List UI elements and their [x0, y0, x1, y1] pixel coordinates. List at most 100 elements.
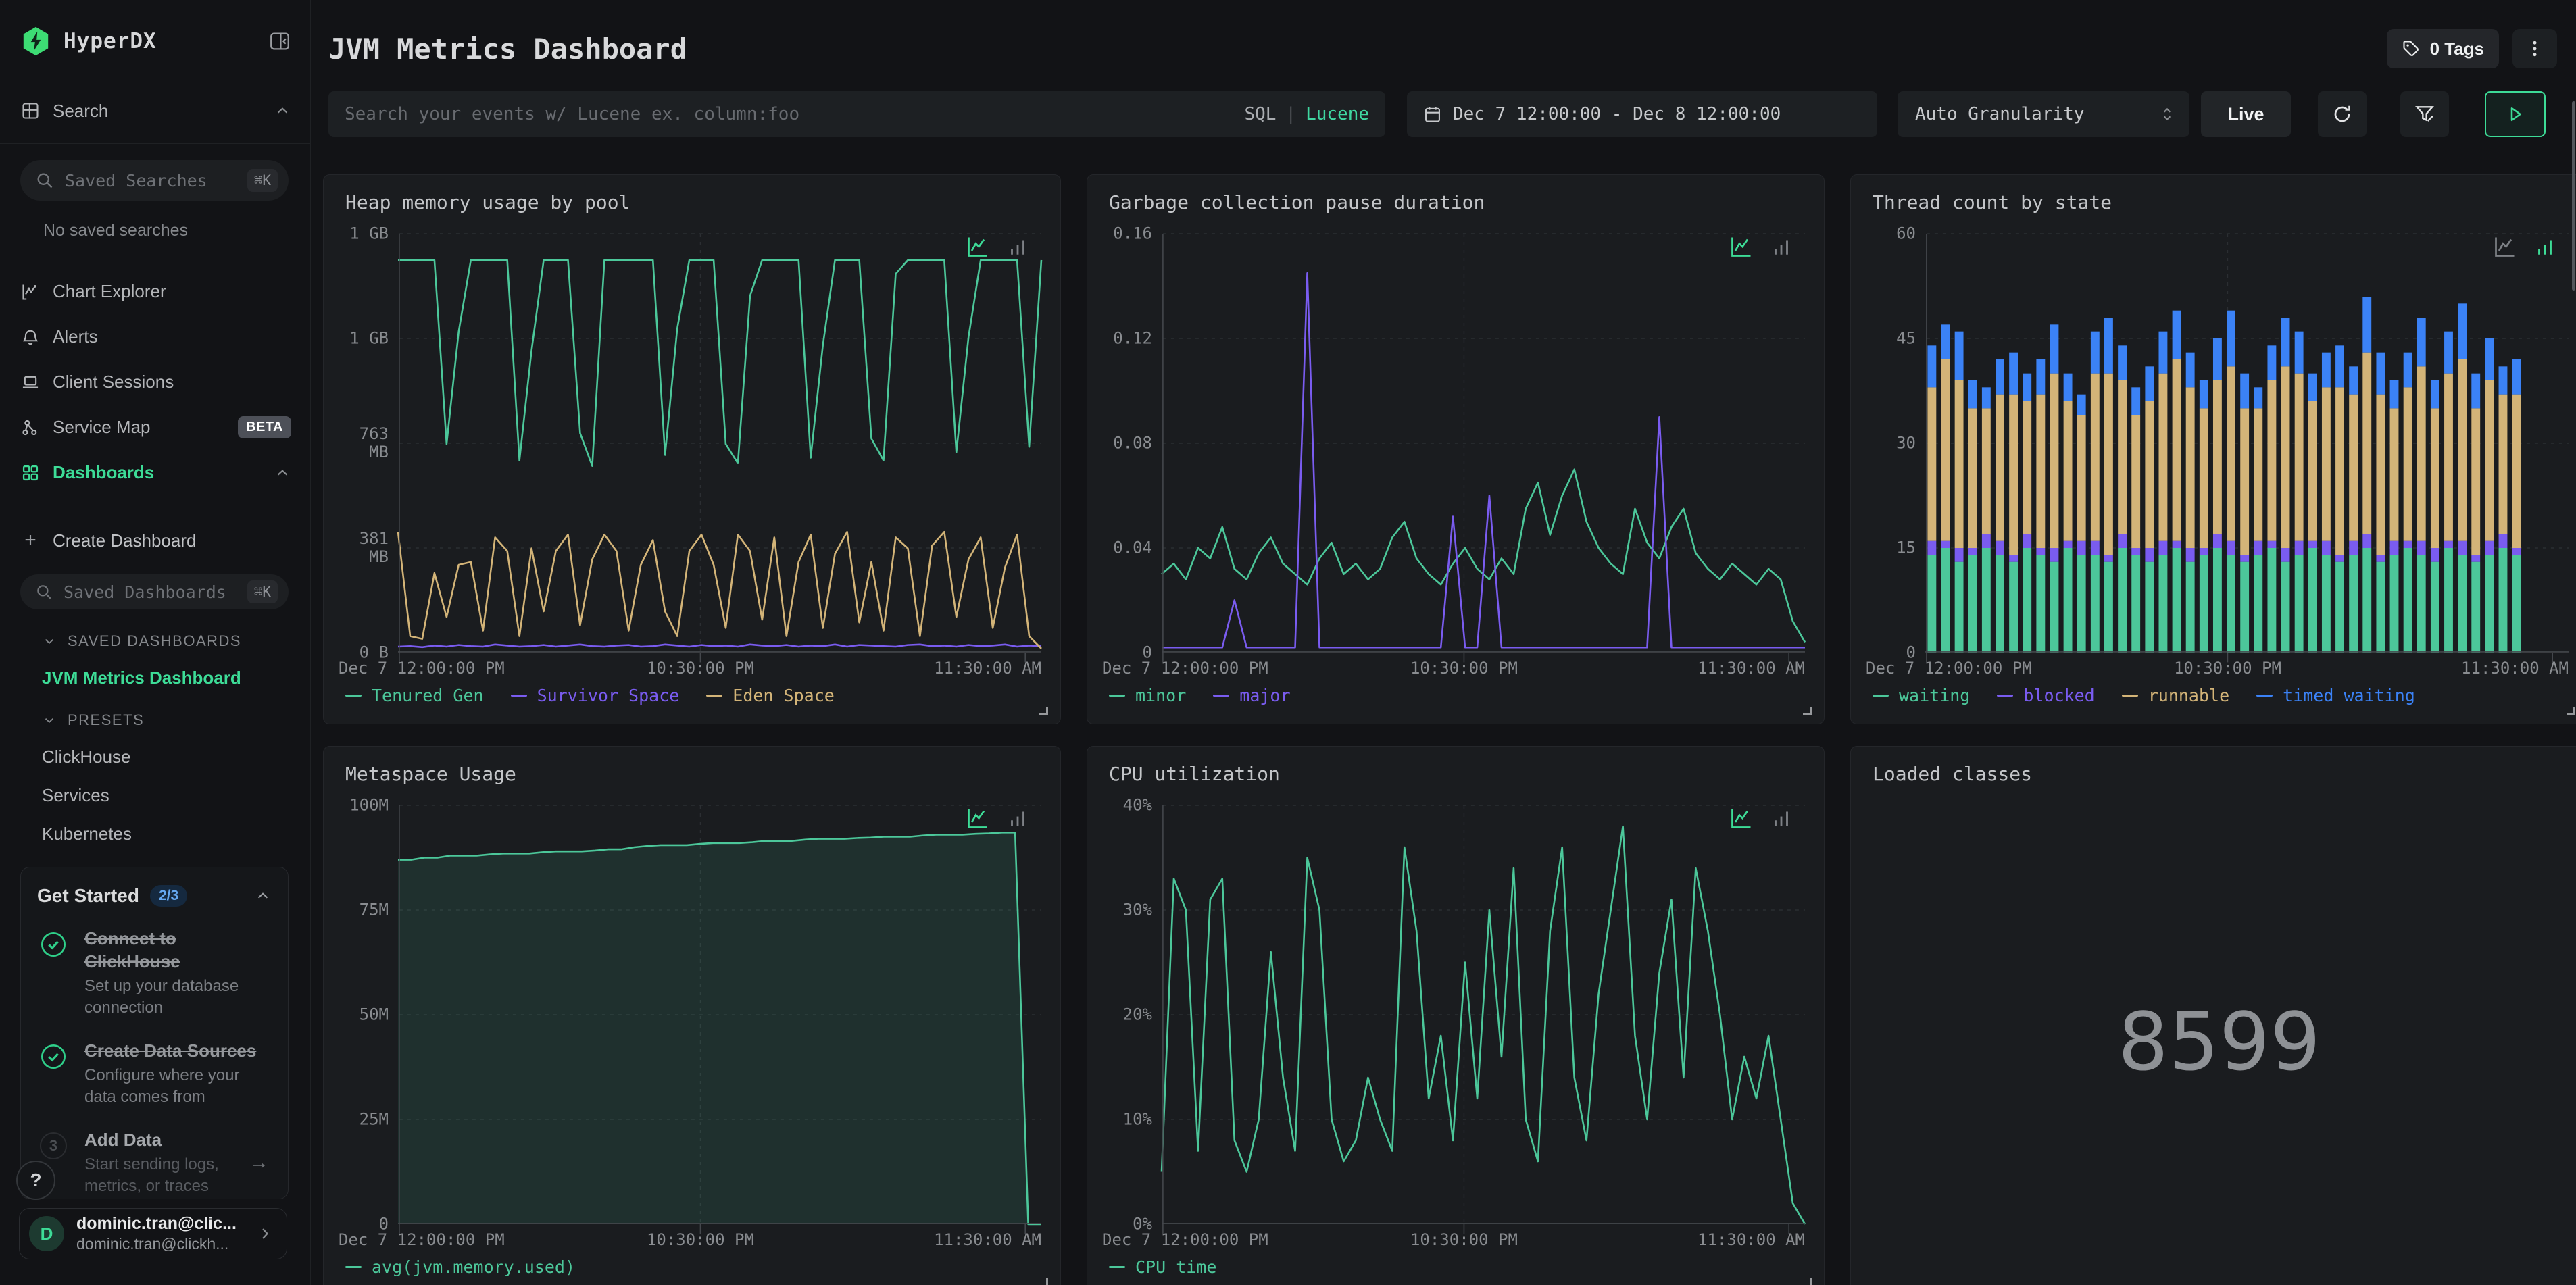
x-axis-labels: Dec 7 12:00:00 PM 10:30:00 PM 11:30:00 AM [1102, 1230, 1805, 1252]
legend-label: avg(jvm.memory.used) [372, 1257, 576, 1277]
y-tick-label: 0.04 [1113, 538, 1152, 557]
line-chart-icon[interactable] [1729, 234, 1754, 259]
chart-plot[interactable] [1925, 234, 2569, 653]
legend-swatch [2121, 695, 2138, 697]
sidebar-item-chart-explorer[interactable]: Chart Explorer [0, 269, 310, 314]
tags-button[interactable]: 0 Tags [2386, 29, 2499, 68]
legend-item[interactable]: waiting [1873, 686, 1970, 705]
legend-item[interactable]: runnable [2121, 686, 2229, 705]
legend-swatch [1997, 695, 2014, 697]
legend-item[interactable]: Survivor Space [510, 686, 680, 705]
y-tick-label: 25M [359, 1109, 389, 1129]
chart-plot[interactable] [1162, 234, 1805, 653]
panel-cpu-utilization: CPU utilization 40% 30% 20% 10% 0% Dec 7 12:… [1087, 746, 1825, 1285]
legend-label: Survivor Space [537, 686, 680, 705]
scrollbar-thumb[interactable] [2572, 101, 2575, 291]
checklist-item-add-data[interactable]: 3 Add Data Start sending logs, metrics, … [37, 1128, 272, 1197]
time-range-picker[interactable]: Dec 7 12:00:00 - Dec 8 12:00:00 [1407, 91, 1877, 137]
user-menu[interactable]: D dominic.tran@clic... dominic.tran@clic… [19, 1208, 287, 1259]
lucene-toggle[interactable]: Lucene [1306, 104, 1369, 124]
sidebar-item-search[interactable]: Search [0, 96, 310, 126]
sidebar-item-kubernetes[interactable]: Kubernetes [42, 824, 310, 845]
legend-item[interactable]: Tenured Gen [345, 686, 484, 705]
chart-plot[interactable] [1162, 805, 1805, 1224]
run-query-button[interactable] [2485, 91, 2546, 137]
sidebar-item-label: Client Sessions [53, 372, 174, 392]
event-search-input[interactable] [345, 104, 1245, 124]
bar-chart-icon[interactable] [1006, 806, 1031, 830]
saved-searches-searchbox[interactable]: ⌘K [20, 160, 289, 201]
line-chart-icon[interactable] [966, 234, 990, 259]
y-tick-label: 0.12 [1113, 328, 1152, 348]
y-tick-label: 60 [1896, 224, 1916, 243]
refresh-button[interactable] [2318, 91, 2367, 137]
x-tick-label: 11:30:00 AM [2461, 659, 2569, 678]
kebab-menu-icon [2525, 39, 2545, 59]
chevron-up-icon[interactable] [274, 102, 291, 120]
event-search-bar[interactable]: SQL | Lucene [328, 91, 1385, 137]
legend-swatch [345, 1266, 362, 1268]
bar-chart-icon[interactable] [1770, 234, 1794, 259]
line-chart-icon[interactable] [2493, 234, 2517, 259]
line-chart-icon[interactable] [966, 806, 990, 830]
saved-dashboards-input[interactable] [64, 582, 247, 602]
resize-handle[interactable] [1803, 1278, 1812, 1285]
chart-plot[interactable] [398, 234, 1041, 653]
page-title: JVM Metrics Dashboard [328, 32, 688, 66]
sql-toggle[interactable]: SQL [1244, 104, 1276, 124]
resize-handle[interactable] [1039, 1278, 1048, 1285]
sidebar-item-alerts[interactable]: Alerts [0, 314, 310, 359]
legend-item[interactable]: Eden Space [706, 686, 835, 705]
x-tick-label: 10:30:00 PM [1410, 659, 1518, 678]
help-button[interactable]: ? [16, 1161, 55, 1200]
chart-plot[interactable] [398, 805, 1041, 1224]
legend-swatch [1873, 695, 1889, 697]
saved-dashboards-searchbox[interactable]: ⌘K [20, 574, 289, 609]
legend-swatch [1109, 1266, 1125, 1268]
saved-searches-input[interactable] [65, 170, 247, 191]
check-circle-icon [40, 931, 67, 958]
panel-gc-pause-duration: Garbage collection pause duration 0.16 0.… [1087, 174, 1825, 724]
sidebar-item-dashboards[interactable]: Dashboards [0, 450, 310, 495]
live-button[interactable]: Live [2201, 91, 2291, 137]
sidebar-item-clickhouse[interactable]: ClickHouse [42, 747, 310, 767]
resize-handle[interactable] [2567, 707, 2575, 715]
bar-chart-icon[interactable] [2533, 234, 2558, 259]
granularity-select[interactable]: Auto Granularity [1898, 91, 2189, 137]
dashboard-menu-button[interactable] [2512, 29, 2557, 68]
legend-item[interactable]: minor [1109, 686, 1186, 705]
sidebar-item-services[interactable]: Services [42, 785, 310, 806]
filter-button[interactable] [2400, 91, 2449, 137]
legend-item[interactable]: timed_waiting [2256, 686, 2415, 705]
legend-item[interactable]: blocked [1997, 686, 2095, 705]
x-tick-label: Dec 7 12:00:00 PM [1102, 659, 1268, 678]
legend-item[interactable]: major [1213, 686, 1291, 705]
chevron-up-icon[interactable] [274, 464, 291, 482]
y-tick-label: 15 [1896, 538, 1916, 557]
bar-chart-icon[interactable] [1006, 234, 1031, 259]
sidebar-item-client-sessions[interactable]: Client Sessions [0, 359, 310, 405]
resize-handle[interactable] [1803, 707, 1812, 715]
sidebar-item-jvm-metrics-dashboard[interactable]: JVM Metrics Dashboard [42, 667, 310, 688]
create-dashboard-button[interactable]: + Create Dashboard [0, 523, 310, 558]
x-tick-label: Dec 7 12:00:00 PM [339, 1230, 505, 1249]
x-tick-label: 10:30:00 PM [2173, 659, 2281, 678]
section-saved-dashboards[interactable]: SAVED DASHBOARDS [42, 632, 310, 650]
checklist-item-create-data-sources[interactable]: Create Data Sources Configure where your… [37, 1039, 272, 1108]
section-presets[interactable]: PRESETS [42, 711, 310, 729]
y-tick-label: 20% [1122, 1005, 1152, 1024]
chevron-up-icon[interactable] [254, 887, 272, 905]
legend-label: CPU time [1135, 1257, 1217, 1277]
line-chart-icon[interactable] [1729, 806, 1754, 830]
shortcut-badge: ⌘K [247, 169, 278, 192]
legend-swatch [2256, 695, 2273, 697]
sidebar-item-service-map[interactable]: Service Map BETA [0, 405, 310, 450]
legend-item[interactable]: CPU time [1109, 1257, 1216, 1277]
resize-handle[interactable] [1039, 707, 1048, 715]
legend-item[interactable]: avg(jvm.memory.used) [345, 1257, 575, 1277]
collapse-sidebar-icon[interactable] [268, 30, 291, 53]
bar-chart-icon[interactable] [1770, 806, 1794, 830]
hyperdx-logo-icon[interactable] [20, 26, 51, 57]
checklist-item-connect-clickhouse[interactable]: Connect to ClickHouse Set up your databa… [37, 927, 272, 1019]
legend-label: Tenured Gen [372, 686, 484, 705]
